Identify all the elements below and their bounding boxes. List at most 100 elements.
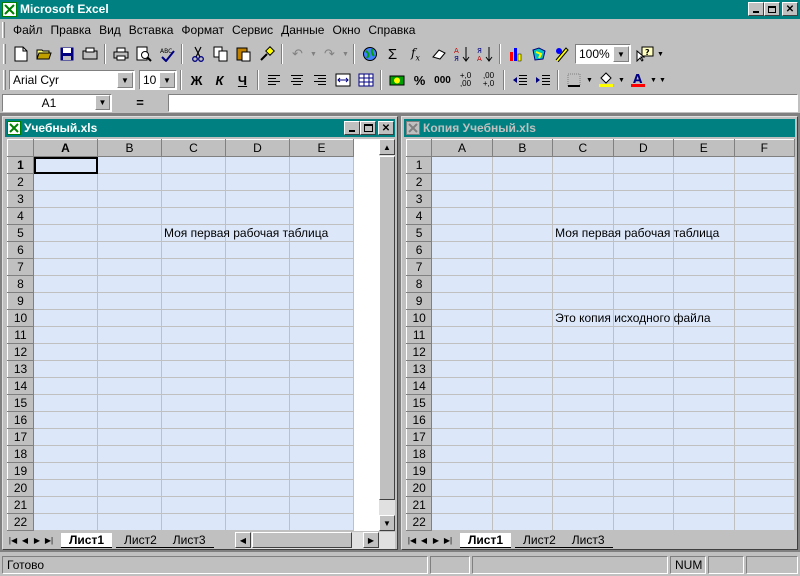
- insert-table-button[interactable]: [354, 69, 377, 91]
- cell-c7[interactable]: [161, 258, 226, 276]
- cell-f20[interactable]: [734, 479, 795, 497]
- function-wizard-button[interactable]: fx: [404, 43, 427, 65]
- sheet-tab-1[interactable]: Лист1: [460, 533, 512, 548]
- cell-e12[interactable]: [673, 343, 735, 361]
- cell-b6[interactable]: [492, 241, 554, 259]
- save-button[interactable]: [55, 43, 78, 65]
- font-name-select[interactable]: Arial Cyr ▼: [9, 70, 135, 90]
- cell-b4[interactable]: [492, 207, 554, 225]
- cell-f5[interactable]: [734, 224, 795, 242]
- cell-e6[interactable]: [289, 241, 354, 259]
- cell-c13[interactable]: [552, 360, 614, 378]
- cell-a12[interactable]: [431, 343, 493, 361]
- open-button[interactable]: [32, 43, 55, 65]
- restore-button[interactable]: [764, 2, 780, 16]
- cell-b4[interactable]: [97, 207, 162, 225]
- row-header[interactable]: 8: [7, 275, 34, 293]
- cell-f9[interactable]: [734, 292, 795, 310]
- decrease-indent-button[interactable]: [508, 69, 531, 91]
- cell-c3[interactable]: [161, 190, 226, 208]
- cell-f8[interactable]: [734, 275, 795, 293]
- cell-e21[interactable]: [289, 496, 354, 514]
- row-header[interactable]: 7: [7, 258, 34, 276]
- cell-d14[interactable]: [225, 377, 290, 395]
- format-painter-button[interactable]: [255, 43, 278, 65]
- currency-button[interactable]: [385, 69, 408, 91]
- doc-maximize-button[interactable]: [360, 121, 376, 135]
- row-header[interactable]: 1: [406, 156, 433, 174]
- align-right-button[interactable]: [308, 69, 331, 91]
- cell-d7[interactable]: [225, 258, 290, 276]
- cell-b14[interactable]: [97, 377, 162, 395]
- cell-e14[interactable]: [673, 377, 735, 395]
- cell-e11[interactable]: [673, 326, 735, 344]
- cell-f18[interactable]: [734, 445, 795, 463]
- cell-a13[interactable]: [33, 360, 98, 378]
- align-left-button[interactable]: [262, 69, 285, 91]
- row-header[interactable]: 18: [406, 445, 433, 463]
- cell-b2[interactable]: [97, 173, 162, 191]
- cell-a8[interactable]: [431, 275, 493, 293]
- cell-b20[interactable]: [97, 479, 162, 497]
- cell-c17[interactable]: [161, 428, 226, 446]
- cell-e18[interactable]: [673, 445, 735, 463]
- cell-c18[interactable]: [552, 445, 614, 463]
- increase-decimal-button[interactable]: +,0 ,00: [454, 69, 477, 91]
- cell-d20[interactable]: [225, 479, 290, 497]
- cell-a4[interactable]: [431, 207, 493, 225]
- sheet-tab-1[interactable]: Лист1: [61, 533, 113, 548]
- copy-button[interactable]: [209, 43, 232, 65]
- menu-window[interactable]: Окно: [328, 23, 364, 37]
- cell-a6[interactable]: [33, 241, 98, 259]
- cell-d13[interactable]: [613, 360, 675, 378]
- cell-b15[interactable]: [97, 394, 162, 412]
- borders-button[interactable]: [562, 69, 585, 91]
- cell-a21[interactable]: [33, 496, 98, 514]
- zoom-dropdown-button[interactable]: ▼: [613, 46, 629, 62]
- menu-help[interactable]: Справка: [364, 23, 419, 37]
- row-header[interactable]: 4: [7, 207, 34, 225]
- equals-sign[interactable]: =: [112, 95, 168, 110]
- cell-d2[interactable]: [225, 173, 290, 191]
- cell-d16[interactable]: [613, 411, 675, 429]
- row-header[interactable]: 13: [7, 360, 34, 378]
- font-size-dropdown-button[interactable]: ▼: [159, 72, 175, 88]
- doc-close-button[interactable]: ✕: [378, 121, 394, 135]
- cell-b17[interactable]: [97, 428, 162, 446]
- scroll-thumb[interactable]: [252, 532, 352, 548]
- cell-f11[interactable]: [734, 326, 795, 344]
- document-titlebar-left[interactable]: Учебный.xls ✕: [5, 119, 395, 137]
- cell-d16[interactable]: [225, 411, 290, 429]
- increase-indent-button[interactable]: [531, 69, 554, 91]
- cell-a1[interactable]: [33, 156, 98, 174]
- cell-d15[interactable]: [225, 394, 290, 412]
- cell-b21[interactable]: [492, 496, 554, 514]
- cell-c6[interactable]: [552, 241, 614, 259]
- first-sheet-button[interactable]: |◀: [406, 534, 418, 548]
- cell-c4[interactable]: [552, 207, 614, 225]
- cell-d8[interactable]: [613, 275, 675, 293]
- menu-data[interactable]: Данные: [277, 23, 328, 37]
- cell-e8[interactable]: [289, 275, 354, 293]
- thousands-separator-button[interactable]: 000: [431, 69, 454, 91]
- cell-d12[interactable]: [613, 343, 675, 361]
- cell-c11[interactable]: [552, 326, 614, 344]
- cell-a22[interactable]: [33, 513, 98, 531]
- fill-color-dropdown[interactable]: ▼: [617, 69, 626, 91]
- cell-b11[interactable]: [97, 326, 162, 344]
- cell-d11[interactable]: [225, 326, 290, 344]
- cell-e10[interactable]: [289, 309, 354, 327]
- cell-a5[interactable]: [431, 224, 493, 242]
- cell-e15[interactable]: [289, 394, 354, 412]
- cell-e4[interactable]: [673, 207, 735, 225]
- cell-b21[interactable]: [97, 496, 162, 514]
- row-header[interactable]: 9: [7, 292, 34, 310]
- row-header[interactable]: 1: [7, 156, 34, 174]
- cell-d19[interactable]: [225, 462, 290, 480]
- column-header-e[interactable]: E: [673, 139, 735, 157]
- cell-d18[interactable]: [225, 445, 290, 463]
- cell-d13[interactable]: [225, 360, 290, 378]
- cell-a14[interactable]: [431, 377, 493, 395]
- chart-wizard-button[interactable]: [504, 43, 527, 65]
- bold-button[interactable]: Ж: [185, 69, 208, 91]
